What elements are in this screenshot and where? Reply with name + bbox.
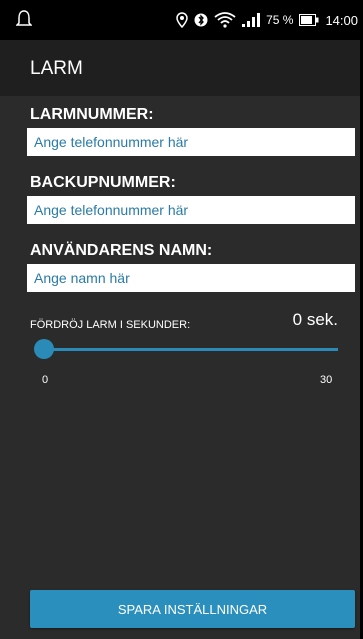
notification-icon xyxy=(16,10,32,26)
status-bar: 75 % 14:00 xyxy=(0,0,360,40)
delay-slider-thumb[interactable] xyxy=(34,339,54,359)
wifi-icon xyxy=(214,12,236,28)
settings-form: LARMNUMMER: BACKUPNUMMER: ANVÄNDARENS NA… xyxy=(0,96,360,639)
battery-percent: 75 % xyxy=(266,13,294,27)
alarm-number-label: LARMNUMMER: xyxy=(30,106,154,123)
delay-slider-track[interactable] xyxy=(42,348,338,351)
app-bar: LARM xyxy=(0,40,360,96)
slider-min-label: 0 xyxy=(42,374,49,386)
backup-number-input[interactable] xyxy=(27,196,355,224)
delay-label: FÖRDRÖJ LARM I SEKUNDER: xyxy=(30,319,191,331)
user-name-label: ANVÄNDARENS NAMN: xyxy=(30,242,213,259)
page-title: LARM xyxy=(30,58,83,79)
user-name-input[interactable] xyxy=(27,264,355,292)
slider-max-label: 30 xyxy=(320,374,333,386)
location-icon xyxy=(176,12,188,28)
delay-value: 0 sek. xyxy=(292,310,338,329)
battery-icon xyxy=(299,14,319,26)
signal-icon xyxy=(242,13,261,27)
app-screen: 75 % 14:00 LARM LARMNUMMER: BACKUPNUMMER… xyxy=(0,0,363,639)
alarm-number-input[interactable] xyxy=(27,128,355,156)
bluetooth-icon xyxy=(194,13,208,27)
save-settings-button[interactable]: SPARA INSTÄLLNINGAR xyxy=(30,590,355,628)
clock: 14:00 xyxy=(325,12,358,28)
backup-number-label: BACKUPNUMMER: xyxy=(30,174,176,191)
